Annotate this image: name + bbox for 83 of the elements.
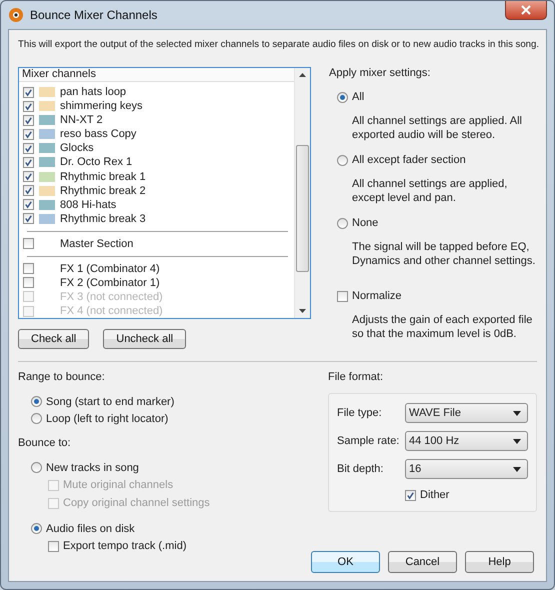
radio-option[interactable]: Song (start to end marker) — [18, 393, 328, 410]
section-label: Range to bounce: — [18, 371, 106, 383]
channel-row[interactable]: FX 2 (Combinator 1) — [19, 276, 294, 290]
channel-name: NN-XT 2 — [60, 114, 103, 126]
channel-row[interactable]: 808 Hi-hats — [19, 198, 294, 212]
checkbox[interactable] — [23, 114, 34, 126]
field-label: File type: — [337, 407, 383, 419]
checkbox[interactable] — [23, 142, 34, 154]
option-description: Adjusts the gain of each exported file so that the maximum level is 0dB. — [351, 313, 534, 341]
radio-option[interactable]: Loop (left to right locator) — [18, 410, 328, 427]
radio-option[interactable]: Audio files on disk — [18, 520, 328, 537]
scroll-up-icon[interactable] — [299, 73, 306, 77]
checkbox[interactable] — [23, 199, 34, 210]
close-icon — [521, 5, 531, 15]
caret-icon — [513, 466, 521, 472]
checkbox[interactable] — [23, 128, 34, 140]
channel-row[interactable]: NN-XT 2 — [19, 113, 294, 128]
checkbox-option[interactable]: Normalize — [337, 288, 537, 304]
channel-name: Rhythmic break 3 — [60, 212, 146, 225]
channel-row[interactable]: Master Section — [19, 236, 294, 251]
list-header: Mixer channels — [19, 68, 294, 82]
channel-name: Glocks — [60, 142, 94, 154]
channel-row[interactable]: Dr. Octo Rex 1 — [19, 155, 294, 170]
channel-name: FX 1 (Combinator 4) — [60, 262, 160, 275]
option-description: All channel settings are applied, except level and pan. — [351, 177, 508, 205]
channel-name: 808 Hi-hats — [60, 198, 116, 211]
dialog-button[interactable]: Cancel — [388, 551, 457, 573]
channel-name: FX 3 (not connected) — [60, 290, 163, 303]
field-label: Bit depth: — [337, 463, 384, 475]
channel-name: Rhythmic break 2 — [60, 184, 146, 197]
channel-name: FX 4 (not connected) — [60, 305, 163, 318]
channel-name: reso bass Copy — [60, 128, 136, 140]
checkbox-option[interactable]: Dither — [337, 487, 528, 503]
channel-name: pan hats loop — [60, 86, 126, 98]
checkbox[interactable] — [23, 86, 34, 98]
scrollbar-thumb[interactable] — [296, 144, 309, 272]
channel-name: shimmering keys — [60, 100, 143, 112]
channel-row[interactable]: Rhythmic break 2 — [19, 184, 294, 198]
option-description: All channel settings are applied. All exported audio will be stereo. — [351, 114, 523, 142]
radio-option[interactable]: None — [337, 215, 537, 231]
dialog-button[interactable]: Help — [465, 551, 534, 573]
close-button[interactable] — [505, 1, 547, 20]
checkbox[interactable] — [23, 263, 34, 274]
channel-row[interactable]: Rhythmic break 1 — [19, 169, 294, 184]
option-description: The signal will be tapped before EQ, Dynamics and other channel settings. — [351, 240, 536, 268]
channel-row[interactable]: shimmering keys — [19, 99, 294, 114]
channel-row[interactable]: Glocks — [19, 141, 294, 156]
radio-option[interactable]: All except fader section — [337, 152, 537, 168]
dropdown[interactable]: 16 — [405, 459, 528, 479]
checkbox[interactable] — [23, 238, 34, 250]
intro-text: This will export the output of the selected mixer channels to separate audio files on disk or to new audio tracks in this song. — [18, 38, 540, 51]
app-logo-icon — [8, 7, 24, 23]
radio-option[interactable]: All — [337, 89, 537, 105]
dropdown[interactable]: WAVE File — [405, 403, 528, 423]
channel-row[interactable]: reso bass Copy — [19, 127, 294, 142]
checkmark-icon — [406, 490, 415, 500]
list-button[interactable]: Check all — [18, 329, 90, 349]
section-label: Bounce to: — [18, 437, 72, 449]
checkbox[interactable] — [23, 171, 34, 182]
checkbox[interactable] — [23, 213, 34, 224]
channel-name: Master Section — [60, 238, 134, 250]
channel-row[interactable]: FX 1 (Combinator 4) — [19, 262, 294, 276]
window-title: Bounce Mixer Channels — [30, 8, 158, 22]
channel-name: Rhythmic break 1 — [60, 170, 146, 182]
channel-name: Dr. Octo Rex 1 — [60, 156, 132, 168]
caret-icon — [513, 410, 521, 416]
checkbox[interactable] — [23, 277, 34, 288]
scroll-down-icon[interactable] — [299, 309, 306, 313]
checkbox[interactable] — [23, 185, 34, 196]
section-label: Apply mixer settings: — [329, 67, 432, 79]
section-label: File format: — [328, 371, 384, 383]
dropdown[interactable]: 44 100 Hz — [405, 431, 528, 451]
checkbox[interactable] — [23, 100, 34, 112]
list-button[interactable]: Uncheck all — [103, 329, 186, 349]
checkbox[interactable] — [23, 156, 34, 168]
scrollbar[interactable] — [294, 68, 310, 318]
caret-icon — [513, 438, 521, 444]
channel-row[interactable]: Rhythmic break 3 — [19, 212, 294, 226]
dialog-button[interactable]: OK — [311, 551, 380, 573]
channel-row[interactable]: pan hats loop — [19, 85, 294, 100]
field-label: Sample rate: — [337, 435, 400, 447]
channel-name: FX 2 (Combinator 1) — [60, 276, 160, 289]
radio-option[interactable]: New tracks in song — [18, 459, 328, 476]
